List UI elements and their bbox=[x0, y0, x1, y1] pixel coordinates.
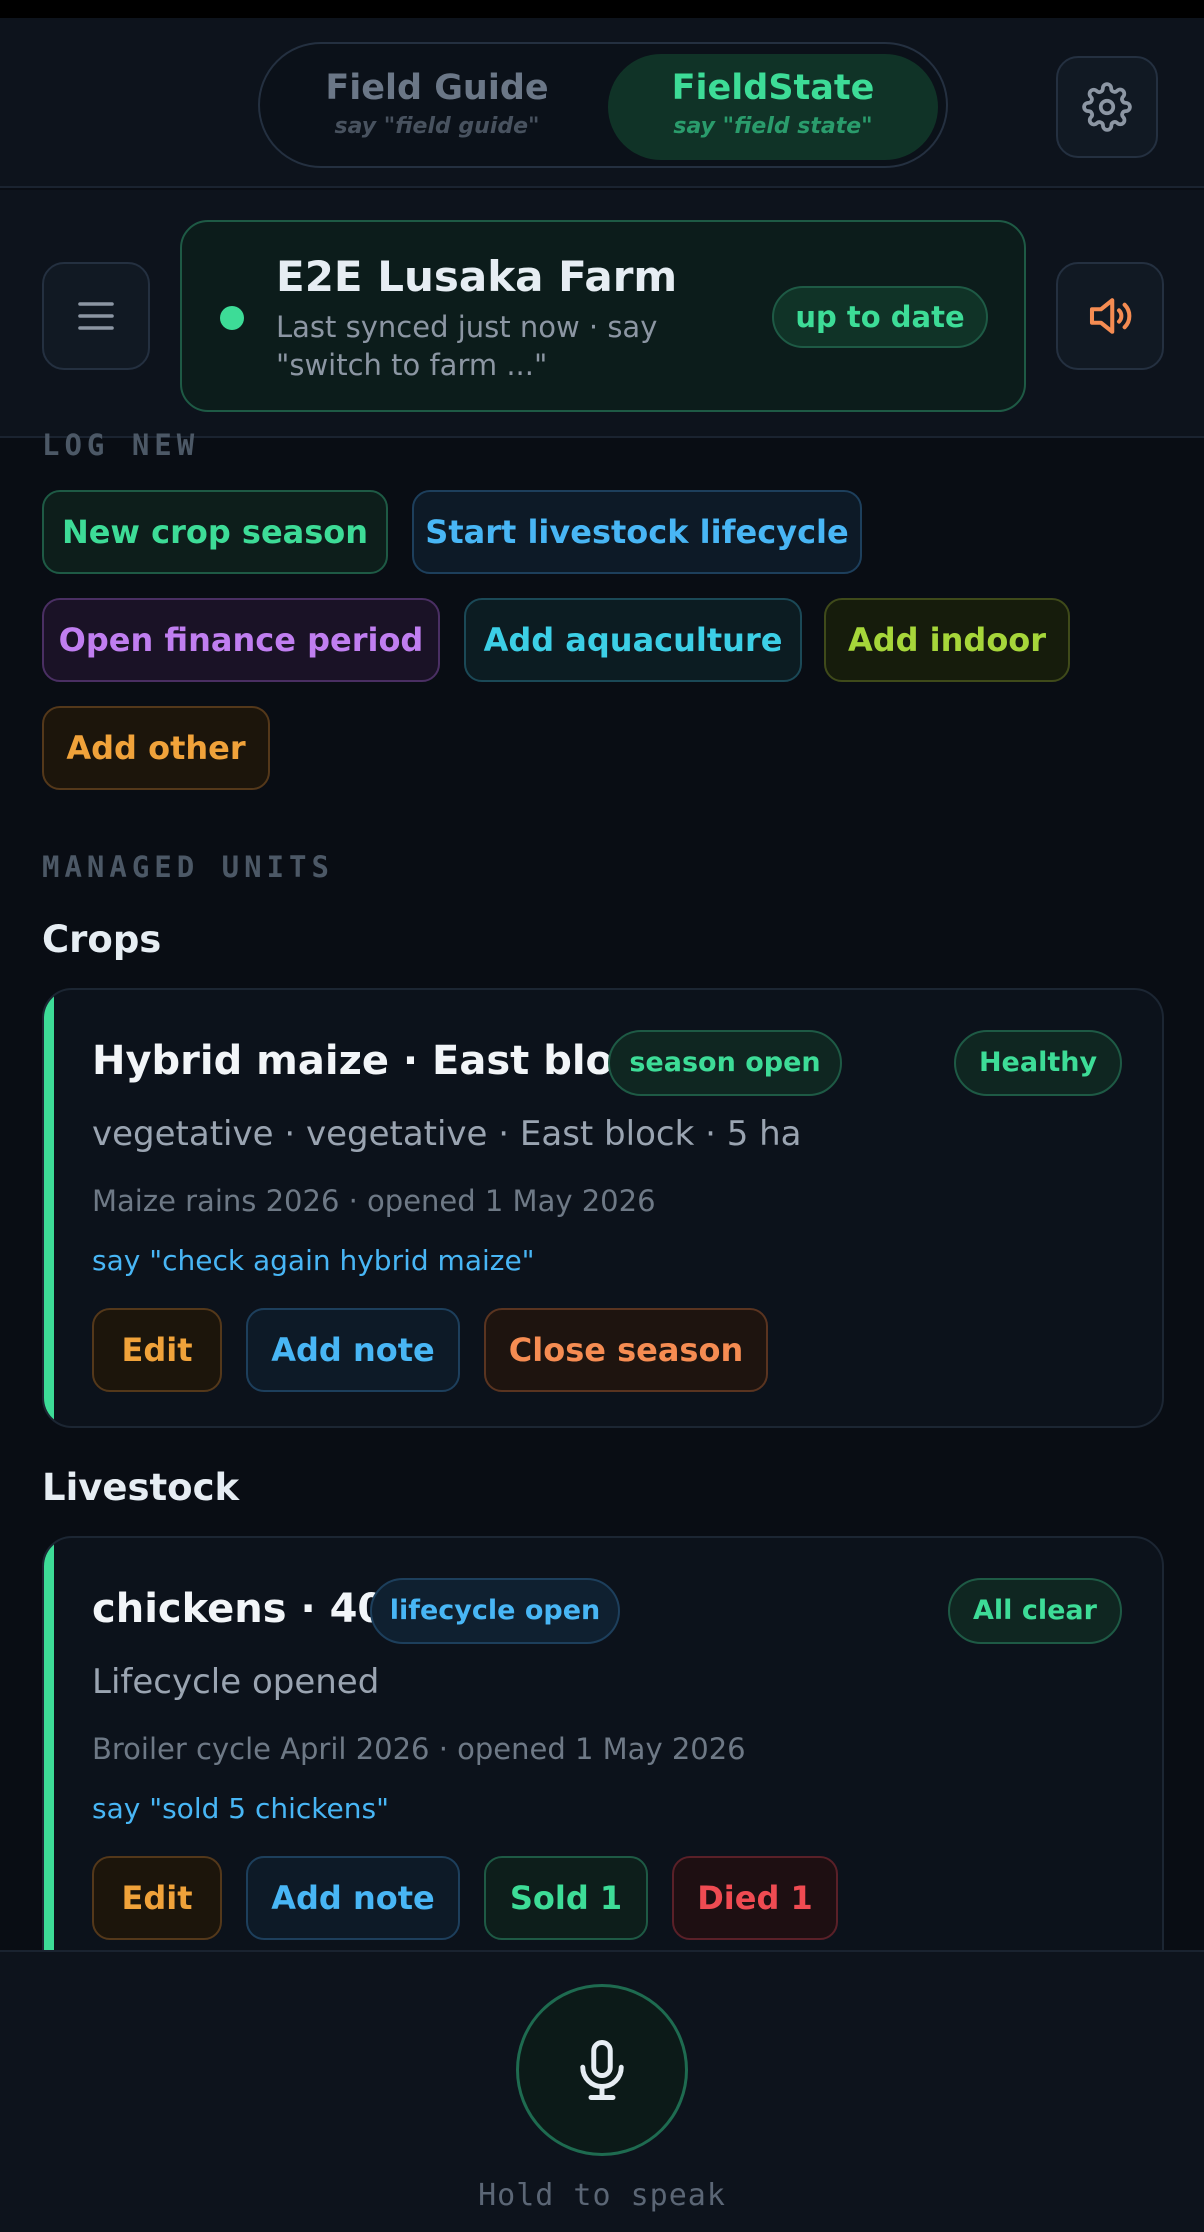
mode-label: Field Guide bbox=[325, 68, 549, 108]
voice-footer: Hold to speak bbox=[0, 1950, 1204, 2232]
unit-period: Broiler cycle April 2026 · opened 1 May … bbox=[92, 1732, 746, 1766]
sync-status-dot bbox=[220, 306, 244, 330]
add-aquaculture-button[interactable]: Add aquaculture bbox=[464, 598, 802, 682]
status-bar bbox=[0, 0, 1204, 18]
mode-voice-hint: say "field state" bbox=[673, 114, 873, 139]
mode-voice-hint: say "field guide" bbox=[334, 114, 540, 139]
season-status-badge: season open bbox=[608, 1030, 842, 1096]
mode-option-field-guide[interactable]: Field Guide say "field guide" bbox=[272, 54, 602, 160]
crops-heading: Crops bbox=[42, 918, 162, 961]
voice-hint: say "sold 5 chickens" bbox=[92, 1792, 389, 1825]
lifecycle-status-badge: lifecycle open bbox=[370, 1578, 620, 1644]
speaker-button[interactable] bbox=[1056, 262, 1164, 370]
voice-hint: say "check again hybrid maize" bbox=[92, 1244, 535, 1277]
log-new-heading: LOG NEW bbox=[42, 428, 200, 462]
add-other-button[interactable]: Add other bbox=[42, 706, 270, 790]
farm-bar: E2E Lusaka Farm Last synced just now · s… bbox=[0, 190, 1204, 438]
health-badge: All clear bbox=[948, 1578, 1122, 1644]
add-note-button[interactable]: Add note bbox=[246, 1856, 460, 1940]
farm-name: E2E Lusaka Farm bbox=[276, 252, 678, 301]
card-accent-bar bbox=[44, 990, 54, 1426]
hamburger-icon bbox=[78, 302, 114, 330]
mode-option-field-state[interactable]: FieldState say "field state" bbox=[608, 54, 938, 160]
start-livestock-lifecycle-button[interactable]: Start livestock lifecycle bbox=[412, 490, 862, 574]
mode-toggle: Field Guide say "field guide" FieldState… bbox=[258, 42, 948, 168]
app-header: Field Guide say "field guide" FieldState… bbox=[0, 18, 1204, 188]
unit-details: Lifecycle opened bbox=[92, 1662, 380, 1702]
managed-units-heading: MANAGED UNITS bbox=[42, 850, 334, 884]
edit-button[interactable]: Edit bbox=[92, 1308, 222, 1392]
sync-status-badge: up to date bbox=[772, 286, 988, 348]
livestock-heading: Livestock bbox=[42, 1466, 240, 1509]
crop-unit-card[interactable]: Hybrid maize · East block season open He… bbox=[42, 988, 1164, 1428]
unit-period: Maize rains 2026 · opened 1 May 2026 bbox=[92, 1184, 656, 1218]
edit-button[interactable]: Edit bbox=[92, 1856, 222, 1940]
farm-sync-text: Last synced just now · say "switch to fa… bbox=[276, 310, 658, 382]
hold-to-speak-button[interactable] bbox=[516, 1984, 688, 2156]
menu-button[interactable] bbox=[42, 262, 150, 370]
new-crop-season-button[interactable]: New crop season bbox=[42, 490, 388, 574]
gear-icon bbox=[1082, 82, 1132, 132]
hold-to-speak-label: Hold to speak bbox=[478, 2178, 726, 2213]
speaker-icon bbox=[1089, 298, 1132, 334]
livestock-unit-card[interactable]: chickens · 40 lifecycle open All clear L… bbox=[42, 1536, 1164, 1996]
unit-details: vegetative · vegetative · East block · 5… bbox=[92, 1114, 802, 1154]
open-finance-period-button[interactable]: Open finance period bbox=[42, 598, 440, 682]
close-season-button[interactable]: Close season bbox=[484, 1308, 768, 1392]
health-badge: Healthy bbox=[954, 1030, 1122, 1096]
sold-one-button[interactable]: Sold 1 bbox=[484, 1856, 648, 1940]
add-note-button[interactable]: Add note bbox=[246, 1308, 460, 1392]
microphone-icon bbox=[580, 2040, 624, 2100]
farm-switcher[interactable]: E2E Lusaka Farm Last synced just now · s… bbox=[180, 220, 1026, 412]
died-one-button[interactable]: Died 1 bbox=[672, 1856, 838, 1940]
mode-label: FieldState bbox=[671, 68, 875, 108]
add-indoor-button[interactable]: Add indoor bbox=[824, 598, 1070, 682]
card-accent-bar bbox=[44, 1538, 54, 1994]
unit-name: chickens · 40 bbox=[92, 1586, 386, 1632]
unit-name: Hybrid maize · East block bbox=[92, 1038, 664, 1084]
settings-button[interactable] bbox=[1056, 56, 1158, 158]
